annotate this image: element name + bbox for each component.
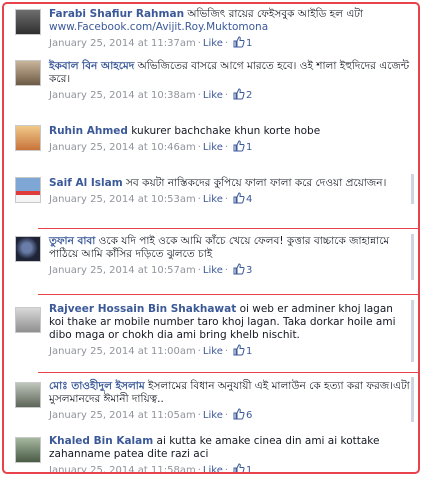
commenter-name[interactable]: ইকবাল বিন আহমেদ xyxy=(49,60,134,72)
thumbs-up-icon xyxy=(233,140,245,152)
comment-meta: January 25, 2014 at 10:57am · Like · 3 xyxy=(49,263,253,276)
comment-body: তুফান বাবা ওকে যদি পাই ওকে আমি কাঁচে খেয… xyxy=(49,235,410,276)
comment-timestamp[interactable]: January 25, 2014 at 11:58am xyxy=(49,465,196,472)
comment-meta: January 25, 2014 at 10:46am · Like · 1 xyxy=(49,140,253,153)
avatar[interactable] xyxy=(15,236,41,262)
comment-text: ওকে যদি পাই ওকে আমি কাঁচে খেয়ে ফেলব! কু… xyxy=(49,235,390,260)
comment-meta: January 25, 2014 at 10:38am · Like · 2 xyxy=(49,88,253,101)
like-count[interactable]: 1 xyxy=(246,38,252,49)
comment-body: Khaled Bin Kalam ai kutta ke amake cinea… xyxy=(49,435,410,474)
avatar[interactable] xyxy=(15,9,41,35)
comment-body: মোঃ তাওহীদুল ইসলাম ইসলামের বিধান অনুযায়… xyxy=(49,380,410,421)
like-button[interactable]: Like xyxy=(203,265,223,276)
comment-meta: January 25, 2014 at 11:00am · Like · 1 xyxy=(49,344,253,357)
comment-timestamp[interactable]: January 25, 2014 at 11:00am xyxy=(49,346,196,357)
like-button[interactable]: Like xyxy=(203,90,223,101)
commenter-name[interactable]: Ruhin Ahmed xyxy=(49,125,128,137)
comment-meta: January 25, 2014 at 10:53am · Like · 4 xyxy=(49,192,253,205)
highlight-line xyxy=(38,372,418,373)
comment-timestamp[interactable]: January 25, 2014 at 11:05am xyxy=(49,410,196,421)
thumbs-up-icon xyxy=(233,36,245,48)
comment-body: Rajveer Hossain Bin Shakhawat oi web er … xyxy=(49,303,410,357)
like-count[interactable]: 1 xyxy=(246,346,252,357)
like-button[interactable]: Like xyxy=(203,410,223,421)
highlight-line xyxy=(38,294,418,295)
thumbs-up-icon xyxy=(233,88,245,100)
comment-text: অভিজিৎ রায়ের ফেইসবুক আইডি হল এটা xyxy=(187,8,364,20)
comment-body: ইকবাল বিন আহমেদ অভিজিতের বাসরে আগে মারতে… xyxy=(49,60,410,101)
like-button[interactable]: Like xyxy=(203,346,223,357)
comment-body: Farabi Shafiur Rahman অভিজিৎ রায়ের ফেইস… xyxy=(49,8,410,49)
thumbs-up-icon xyxy=(233,263,245,275)
like-button[interactable]: Like xyxy=(203,142,223,153)
commenter-name[interactable]: Rajveer Hossain Bin Shakhawat xyxy=(49,303,236,315)
comment-timestamp[interactable]: January 25, 2014 at 11:37am xyxy=(49,38,196,49)
comments-panel: Farabi Shafiur Rahman অভিজিৎ রায়ের ফেইস… xyxy=(2,2,420,474)
commenter-name[interactable]: Khaled Bin Kalam xyxy=(49,435,153,447)
avatar[interactable] xyxy=(15,437,41,463)
like-button[interactable]: Like xyxy=(203,38,223,49)
highlight-line xyxy=(38,228,418,229)
comment-separator xyxy=(411,300,414,362)
commenter-name[interactable]: তুফান বাবা xyxy=(49,235,95,247)
avatar[interactable] xyxy=(15,60,41,86)
comment-body: Ruhin Ahmed kukurer bachchake khun korte… xyxy=(49,125,410,153)
like-count[interactable]: 6 xyxy=(246,410,252,421)
like-count[interactable]: 1 xyxy=(246,465,252,472)
comment-body: Saif Al Islam সব কয়টা নাস্তিকদের কুপিয়… xyxy=(49,177,410,205)
like-count[interactable]: 2 xyxy=(246,90,252,101)
comment-timestamp[interactable]: January 25, 2014 at 10:57am xyxy=(49,265,196,276)
like-count[interactable]: 4 xyxy=(246,194,252,205)
thumbs-up-icon xyxy=(233,408,245,420)
comment-separator xyxy=(411,234,414,280)
comment-meta: January 25, 2014 at 11:37am · Like · 1 xyxy=(49,36,253,49)
comment-link[interactable]: www.Facebook.com/Avijit.Roy.Muktomona xyxy=(49,21,410,34)
avatar[interactable] xyxy=(15,177,41,203)
commenter-name[interactable]: Saif Al Islam xyxy=(49,177,123,189)
commenter-name[interactable]: মোঃ তাওহীদুল ইসলাম xyxy=(49,380,145,392)
like-button[interactable]: Like xyxy=(203,465,223,472)
comment-separator xyxy=(411,377,414,422)
like-count[interactable]: 3 xyxy=(246,265,252,276)
comment-separator xyxy=(411,174,414,204)
thumbs-up-icon xyxy=(233,463,245,472)
thumbs-up-icon xyxy=(233,344,245,356)
avatar[interactable] xyxy=(15,307,41,333)
avatar[interactable] xyxy=(15,125,41,151)
comment-timestamp[interactable]: January 25, 2014 at 10:38am xyxy=(49,90,196,101)
comment-text: সব কয়টা নাস্তিকদের কুপিয়ে ফালা ফালা কর… xyxy=(125,177,387,189)
avatar[interactable] xyxy=(15,382,41,408)
comment-text: kukurer bachchake khun korte hobe xyxy=(131,125,321,137)
like-count[interactable]: 1 xyxy=(246,142,252,153)
thumbs-up-icon xyxy=(233,192,245,204)
comment-meta: January 25, 2014 at 11:58am · Like · 1 xyxy=(49,463,253,474)
commenter-name[interactable]: Farabi Shafiur Rahman xyxy=(49,8,184,20)
like-button[interactable]: Like xyxy=(203,194,223,205)
comment-timestamp[interactable]: January 25, 2014 at 10:46am xyxy=(49,142,196,153)
comment-timestamp[interactable]: January 25, 2014 at 10:53am xyxy=(49,194,196,205)
comment-meta: January 25, 2014 at 11:05am · Like · 6 xyxy=(49,408,253,421)
